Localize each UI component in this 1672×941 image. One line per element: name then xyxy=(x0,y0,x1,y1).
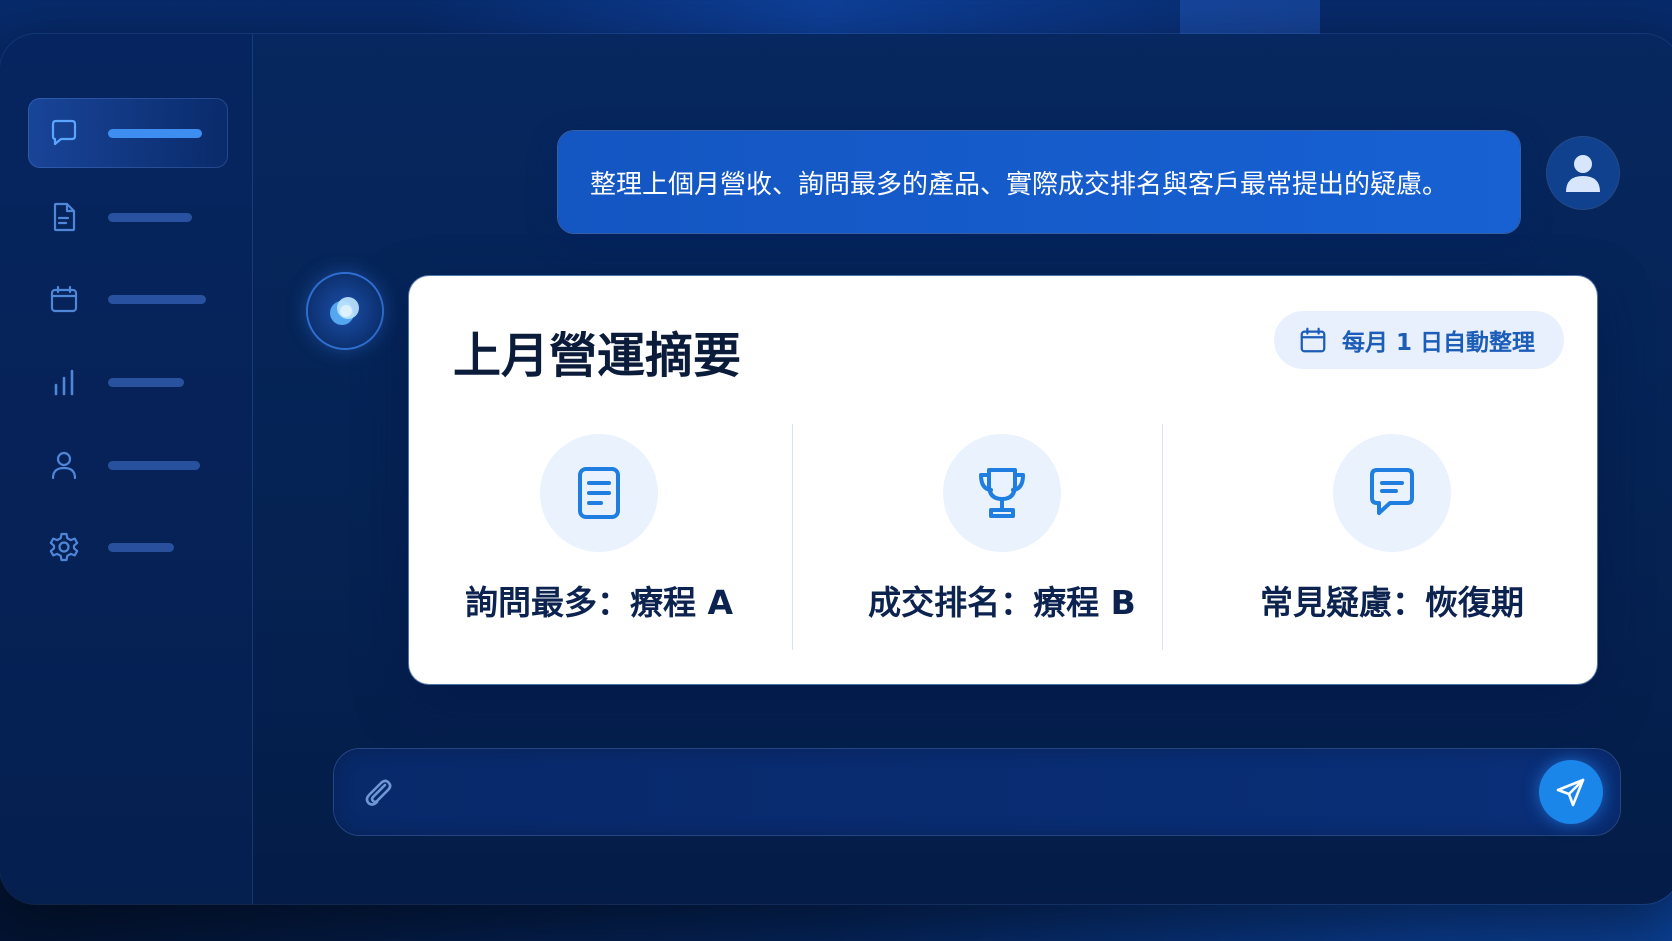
metric-icon-badge xyxy=(1333,434,1451,552)
schedule-badge-label: 每月 1 日自動整理 xyxy=(1342,330,1536,356)
metric-common-concern: 常見疑慮：恢復期 xyxy=(1202,426,1582,661)
monthly-summary-card: 上月營運摘要 每月 1 日自動整理 詢問最多：療程 A 成交排名：療程 B 常見… xyxy=(409,276,1597,684)
user-icon xyxy=(1566,155,1600,192)
metric-most-inquired: 詢問最多：療程 A xyxy=(409,426,789,661)
bar-chart-icon xyxy=(48,366,80,398)
metric-divider xyxy=(1162,424,1163,650)
metric-icon-badge xyxy=(943,434,1061,552)
auto-schedule-badge: 每月 1 日自動整理 xyxy=(1274,311,1564,369)
sidebar-item-label-placeholder xyxy=(108,213,192,222)
metric-deal-ranking: 成交排名：療程 B xyxy=(812,426,1192,661)
metric-label: 詢問最多：療程 A xyxy=(464,583,734,622)
trophy-icon xyxy=(979,468,1025,518)
sidebar-item-label-placeholder xyxy=(108,378,184,387)
calendar-icon xyxy=(48,283,80,315)
document-icon xyxy=(48,201,80,233)
sidebar-item-settings[interactable] xyxy=(28,512,228,582)
chat-bubble-icon xyxy=(48,117,80,149)
ai-orb-icon xyxy=(330,297,359,325)
sidebar xyxy=(0,34,253,904)
user-message-bubble: 整理上個月營收、詢問最多的產品、實際成交排名與客戶最常提出的疑慮。 xyxy=(558,131,1520,233)
message-composer xyxy=(334,749,1620,835)
sidebar-item-documents[interactable] xyxy=(28,182,228,252)
calendar-icon xyxy=(1300,327,1326,353)
sidebar-item-analytics[interactable] xyxy=(28,347,228,417)
sidebar-item-label-placeholder xyxy=(108,295,206,304)
card-title: 上月營運摘要 xyxy=(453,328,742,384)
sidebar-item-calendar[interactable] xyxy=(28,264,228,334)
metric-icon-badge xyxy=(540,434,658,552)
paperclip-icon[interactable] xyxy=(360,775,394,809)
message-input[interactable] xyxy=(418,771,1502,815)
metric-label: 常見疑慮：恢復期 xyxy=(1260,583,1524,622)
sidebar-item-label-placeholder xyxy=(108,543,174,552)
metric-divider xyxy=(792,424,793,650)
send-button[interactable] xyxy=(1539,760,1603,824)
assistant-avatar xyxy=(308,274,382,348)
user-avatar[interactable] xyxy=(1547,137,1619,209)
sidebar-item-label-placeholder xyxy=(108,461,200,470)
message-icon xyxy=(1370,468,1414,515)
sidebar-item-chat[interactable] xyxy=(28,98,228,168)
send-icon xyxy=(1556,778,1585,807)
metric-label: 成交排名：療程 B xyxy=(868,583,1136,622)
sidebar-item-profile[interactable] xyxy=(28,430,228,500)
user-message-text: 整理上個月營收、詢問最多的產品、實際成交排名與客戶最常提出的疑慮。 xyxy=(590,169,1449,200)
user-icon xyxy=(48,449,80,481)
gear-icon xyxy=(48,531,80,563)
document-icon xyxy=(578,467,620,519)
sidebar-item-label-placeholder xyxy=(108,129,202,138)
